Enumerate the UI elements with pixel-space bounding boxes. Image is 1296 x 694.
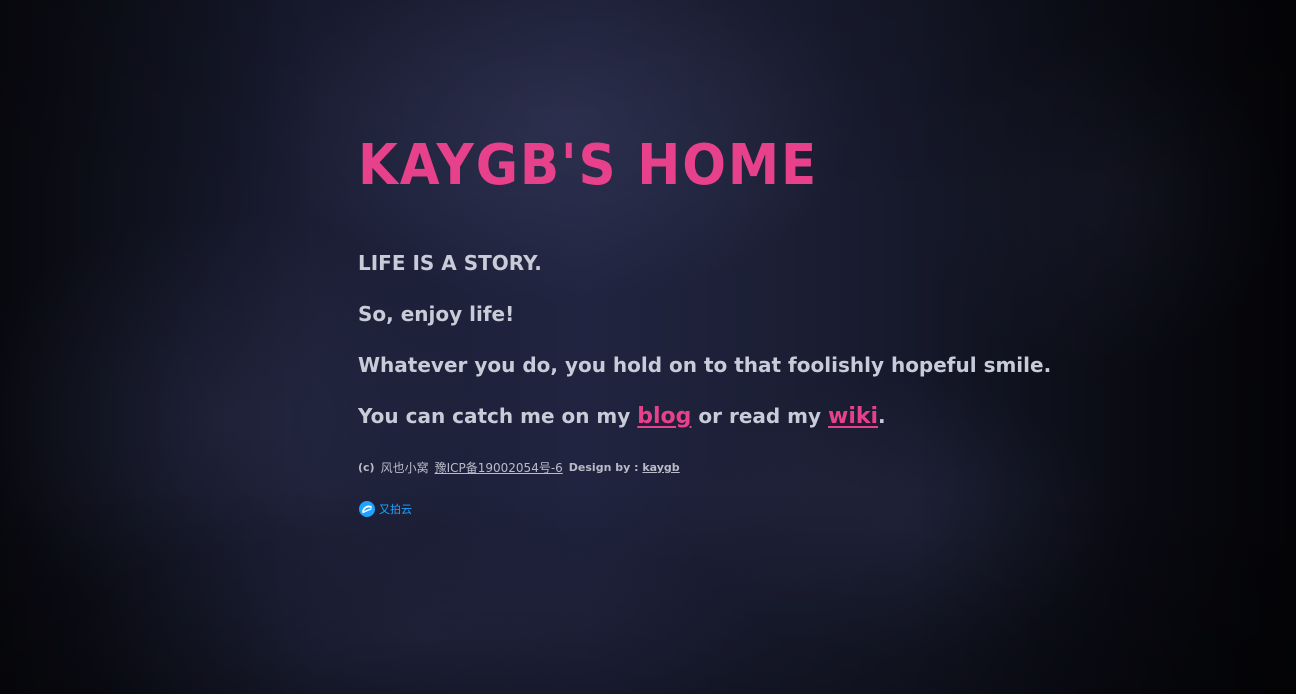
contact-middle: or read my [691,404,828,428]
icp-link[interactable]: 豫ICP备19002054号-6 [435,460,563,476]
copyright-mark: (c) [358,461,375,474]
contact-prefix: You can catch me on my [358,404,638,428]
tagline-enjoy: So, enjoy life! [358,302,515,326]
upyun-logo-icon [358,500,376,518]
sponsor-label: 又拍云 [379,503,412,516]
sponsor-link[interactable]: 又拍云 [358,500,1058,518]
design-label: Design by : [568,461,639,474]
main-content: KAYGB'S HOME LIFE IS A STORY. So, enjoy … [358,130,1058,518]
site-name: 风也小窝 [380,461,429,475]
tagline-smile: Whatever you do, you hold on to that foo… [358,353,1052,377]
design-author-link[interactable]: kaygb [642,461,679,474]
design-credit: Design by : kaygb [569,460,680,476]
tagline-story: LIFE IS A STORY. [358,251,542,275]
contact-suffix: . [878,404,886,428]
page-title: KAYGB'S HOME [358,133,818,198]
contact-line: You can catch me on my blog or read my w… [358,403,1058,430]
blog-link[interactable]: blog [637,404,691,429]
footer: (c) 风也小窝 豫ICP备19002054号-6 Design by : ka… [358,460,1058,476]
wiki-link[interactable]: wiki [828,404,878,429]
